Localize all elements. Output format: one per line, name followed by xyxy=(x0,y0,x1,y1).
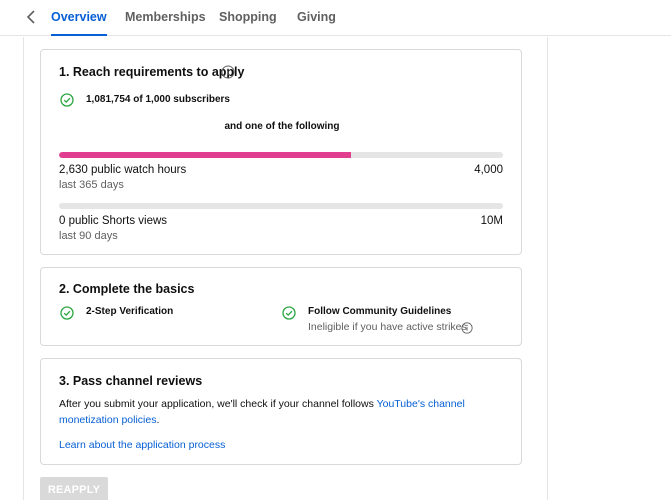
reviews-card: 3. Pass channel reviews After you submit… xyxy=(40,358,522,465)
shorts-views-period: last 90 days xyxy=(59,230,118,242)
community-guidelines-label: Follow Community Guidelines xyxy=(308,306,452,317)
basics-card: 2. Complete the basics 2-Step Verificati… xyxy=(40,267,522,346)
watch-hours-target: 4,000 xyxy=(474,164,503,176)
check-circle-icon xyxy=(60,93,74,107)
tab-giving[interactable]: Giving xyxy=(297,0,336,36)
community-guidelines-sub: Ineligible if you have active strikes xyxy=(308,321,467,333)
reapply-button[interactable]: REAPPLY xyxy=(40,477,108,500)
check-circle-icon xyxy=(60,306,74,320)
shorts-views-label: 0 public Shorts views xyxy=(59,215,168,227)
watch-hours-progress xyxy=(59,152,503,158)
watch-hours-label: 2,630 public watch hours xyxy=(59,164,187,176)
tab-shopping[interactable]: Shopping xyxy=(219,0,277,36)
shorts-views-progress xyxy=(59,203,503,209)
requirements-title: 1. Reach requirements to apply xyxy=(59,65,245,79)
reviews-title: 3. Pass channel reviews xyxy=(59,374,203,388)
reviews-description-end: . xyxy=(156,414,160,426)
or-divider-text: and one of the following xyxy=(224,121,340,132)
two-step-verification-label: 2-Step Verification xyxy=(86,306,174,317)
tab-memberships[interactable]: Memberships xyxy=(125,0,206,36)
watch-hours-period: last 365 days xyxy=(59,179,124,191)
back-icon[interactable] xyxy=(22,7,42,27)
requirements-card: 1. Reach requirements to apply 1,081,754… xyxy=(40,49,522,255)
shorts-views-target: 10M xyxy=(480,215,503,227)
info-icon[interactable] xyxy=(461,321,473,334)
tab-overview[interactable]: Overview xyxy=(51,0,107,36)
tab-bar: Overview Memberships Shopping Giving xyxy=(0,0,671,36)
check-circle-icon xyxy=(282,306,296,320)
learn-application-process-link[interactable]: Learn about the application process xyxy=(59,437,225,453)
info-icon[interactable] xyxy=(221,65,235,79)
reviews-description-text: After you submit your application, we'll… xyxy=(59,398,377,410)
basics-title: 2. Complete the basics xyxy=(59,282,195,296)
reviews-description: After you submit your application, we'll… xyxy=(59,396,509,428)
watch-hours-progress-fill xyxy=(59,152,351,158)
subscribers-count: 1,081,754 of 1,000 subscribers xyxy=(86,94,230,105)
